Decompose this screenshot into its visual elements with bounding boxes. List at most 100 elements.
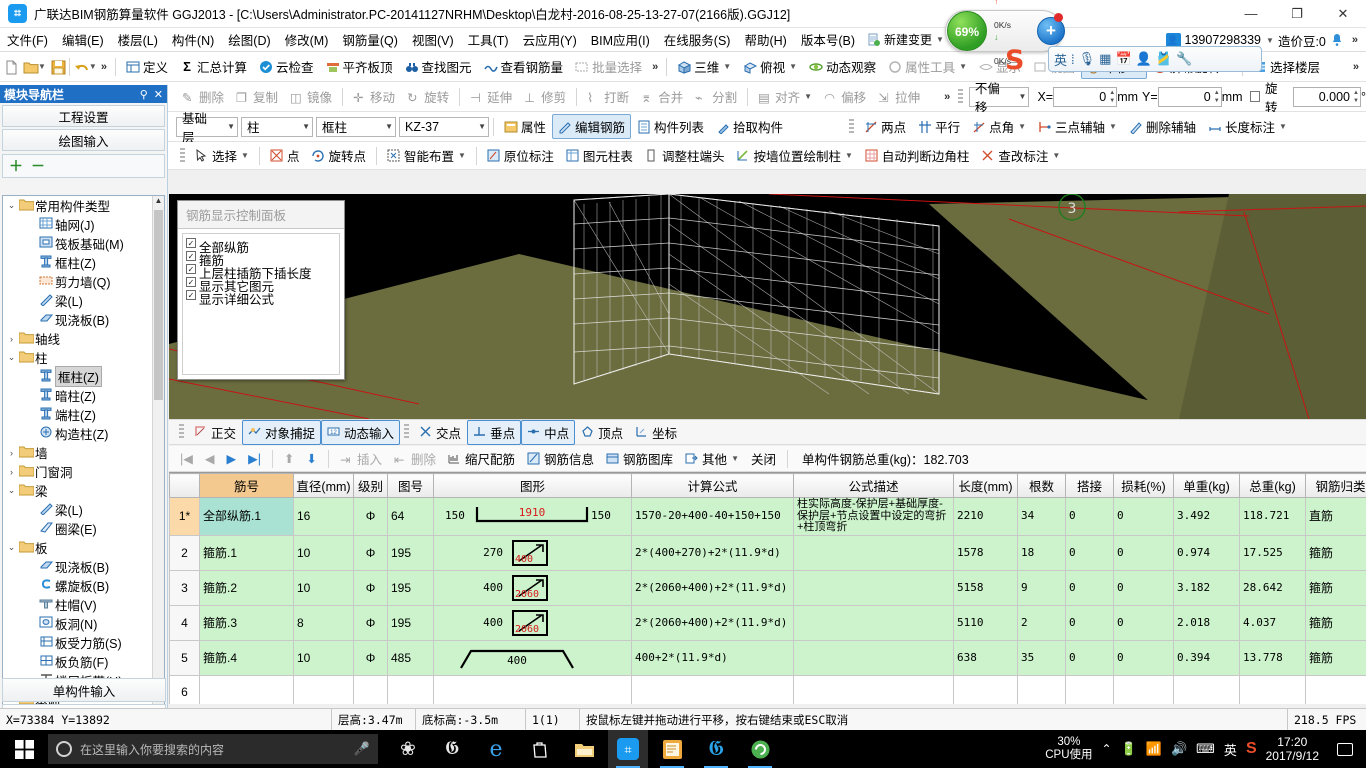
menu-item-file[interactable]: 文件(F): [0, 27, 55, 52]
cell-count[interactable]: 35: [1017, 639, 1066, 676]
property-tool-chevron-icon[interactable]: ▼: [959, 62, 967, 71]
tree-expand-right-icon[interactable]: ›: [5, 467, 18, 477]
cell-grade[interactable]: Φ: [353, 534, 388, 571]
cell-shape[interactable]: 400 2060: [433, 569, 632, 606]
cell-grade[interactable]: Φ: [353, 604, 388, 641]
tree-node[interactable]: ⌄ 梁: [3, 481, 152, 500]
checkbox-icon[interactable]: ✓: [186, 238, 196, 248]
select-tool-chevron-icon[interactable]: ▼: [241, 151, 249, 160]
cell-length[interactable]: [953, 674, 1018, 704]
cell-total-weight[interactable]: 13.778: [1239, 639, 1306, 676]
cell-unit-weight[interactable]: [1173, 674, 1240, 704]
skin-icon[interactable]: 🎽: [1156, 51, 1172, 67]
sogou-tray-icon[interactable]: S: [1246, 740, 1257, 758]
cell-count[interactable]: 34: [1017, 497, 1066, 536]
tree-node[interactable]: ⌄ 柱: [3, 348, 152, 367]
cell-rebar-no[interactable]: 箍筋.4: [199, 639, 294, 676]
snap-intersection[interactable]: 交点: [413, 420, 467, 445]
ime-lang-label[interactable]: 英: [1054, 50, 1067, 69]
toolbar-overflow-icon-1[interactable]: »: [97, 61, 111, 73]
rotate-button[interactable]: ↻ 旋转: [401, 84, 455, 109]
tree-node[interactable]: 梁(L): [3, 500, 152, 519]
option-stirrup[interactable]: ✓ 箍筋: [183, 250, 339, 268]
cell-formula[interactable]: 400+2*(11.9*d): [631, 639, 794, 676]
cell-length[interactable]: 1578: [953, 534, 1018, 571]
cell-lap[interactable]: 0: [1065, 534, 1114, 571]
network-speed-widget[interactable]: 69% ↑ 0K/s ↓ 0K/s +: [945, 0, 1065, 66]
name-select[interactable]: KZ-37 ▼: [399, 116, 489, 137]
cell-count[interactable]: [1017, 674, 1066, 704]
select-tool-button[interactable]: 选择 ▼: [189, 143, 255, 168]
cell-loss[interactable]: [1113, 674, 1174, 704]
3d-viewport[interactable]: 3 钢筋显示控制面板 ✓ 全部纵筋 ✓ 箍筋 ✓ 上层柱插筋下插长度 ✓ 显示其…: [169, 194, 1366, 419]
undo-chevron-icon[interactable]: ▼: [89, 62, 97, 71]
cell-formula[interactable]: 2*(2060+400)+2*(11.9*d): [631, 569, 794, 606]
cell-count[interactable]: 2: [1017, 604, 1066, 641]
length-dim-button[interactable]: 长度标注 ▼: [1202, 114, 1293, 139]
tray-expand-icon[interactable]: ⌃: [1102, 742, 1112, 756]
three-point-axis-button[interactable]: 三点辅轴 ▼: [1032, 114, 1123, 139]
th-loss[interactable]: 损耗(%): [1113, 473, 1174, 498]
th-rebar-kind[interactable]: 钢筋归类: [1305, 473, 1366, 498]
merge-button[interactable]: ⌆ 合并: [635, 84, 689, 109]
property-button[interactable]: 属性: [498, 114, 552, 139]
open-file-icon[interactable]: [23, 60, 39, 74]
pick-component-button[interactable]: 拾取构件: [710, 114, 789, 139]
tree-node[interactable]: 梁(L): [3, 291, 152, 310]
component-list-button[interactable]: 构件列表: [631, 114, 710, 139]
scroll-thumb[interactable]: [154, 210, 163, 400]
top-view-button[interactable]: 俯视 ▼: [737, 54, 803, 79]
tree-node[interactable]: 暗柱(Z): [3, 386, 152, 405]
cell-shape[interactable]: 400 2060: [433, 604, 632, 641]
cell-total-weight[interactable]: 28.642: [1239, 569, 1306, 606]
delete-button[interactable]: ✎ 删除: [176, 84, 230, 109]
cell-grade[interactable]: Φ: [353, 569, 388, 606]
single-component-input-button[interactable]: 单构件输入: [2, 678, 166, 702]
cell-grade[interactable]: Φ: [353, 639, 388, 676]
cell-count[interactable]: 18: [1017, 534, 1066, 571]
cell-total-weight[interactable]: 118.721: [1239, 497, 1306, 536]
point-angle-chevron-icon[interactable]: ▼: [1018, 122, 1026, 131]
th-shape[interactable]: 图形: [433, 473, 632, 498]
option-show-other-elements[interactable]: ✓ 显示其它图元: [183, 276, 339, 294]
smart-layout-button[interactable]: 智能布置 ▼: [381, 143, 472, 168]
tree-expand-down-icon[interactable]: ⌄: [5, 200, 18, 211]
flat-slab-top-button[interactable]: 平齐板顶: [320, 54, 399, 79]
tree-node[interactable]: 端柱(Z): [3, 405, 152, 424]
cell-count[interactable]: 9: [1017, 569, 1066, 606]
taskbar-app-3dsmax[interactable]: 𝕲: [432, 730, 472, 768]
scroll-up-icon[interactable]: ▲: [153, 196, 164, 209]
option-show-detail-formula[interactable]: ✓ 显示详细公式: [183, 289, 339, 307]
close-grid-button[interactable]: 关闭: [746, 447, 781, 470]
cell-grade[interactable]: Φ: [353, 497, 388, 536]
undo-icon[interactable]: [74, 60, 88, 74]
tree-expand-right-icon[interactable]: ›: [5, 448, 18, 458]
cell-length[interactable]: 638: [953, 639, 1018, 676]
tree-expand-down-icon[interactable]: ⌄: [5, 352, 18, 363]
th-unit-weight[interactable]: 单重(kg): [1173, 473, 1240, 498]
th-formula[interactable]: 计算公式: [631, 473, 794, 498]
nav-last-icon[interactable]: ▶|: [243, 449, 266, 468]
battery-icon[interactable]: 🔋: [1121, 741, 1137, 757]
nav-first-icon[interactable]: |◀: [175, 449, 198, 468]
tree-node[interactable]: 筏板基础(M): [3, 234, 152, 253]
length-dim-chevron-icon[interactable]: ▼: [1279, 122, 1287, 131]
view-3d-chevron-icon[interactable]: ▼: [723, 62, 731, 71]
cell-unit-weight[interactable]: 3.492: [1173, 497, 1240, 536]
scaled-rebar-button[interactable]: 缩尺配筋: [443, 447, 520, 470]
y-spinner-icon[interactable]: ▲ ▼: [1214, 89, 1220, 105]
account-chevron-icon[interactable]: ▼: [1266, 36, 1274, 45]
th-rebar-no[interactable]: 筋号: [199, 473, 294, 498]
snap-object[interactable]: 对象捕捉: [242, 419, 322, 445]
maximize-button[interactable]: ❐: [1274, 0, 1320, 28]
edit-rebar-button[interactable]: 编辑钢筋: [552, 114, 632, 139]
cell-lap[interactable]: 0: [1065, 497, 1114, 536]
keyboard-tray-icon[interactable]: ⌨: [1196, 741, 1215, 757]
start-button[interactable]: [0, 730, 48, 768]
checkbox-icon[interactable]: ✓: [186, 251, 196, 261]
cell-loss[interactable]: 0: [1113, 639, 1174, 676]
cell-rebar-kind[interactable]: 直筋: [1305, 497, 1366, 536]
th-length[interactable]: 长度(mm): [953, 473, 1018, 498]
menu-item-floor[interactable]: 楼层(L): [111, 27, 165, 52]
copy-button[interactable]: ❐ 复制: [230, 84, 284, 109]
